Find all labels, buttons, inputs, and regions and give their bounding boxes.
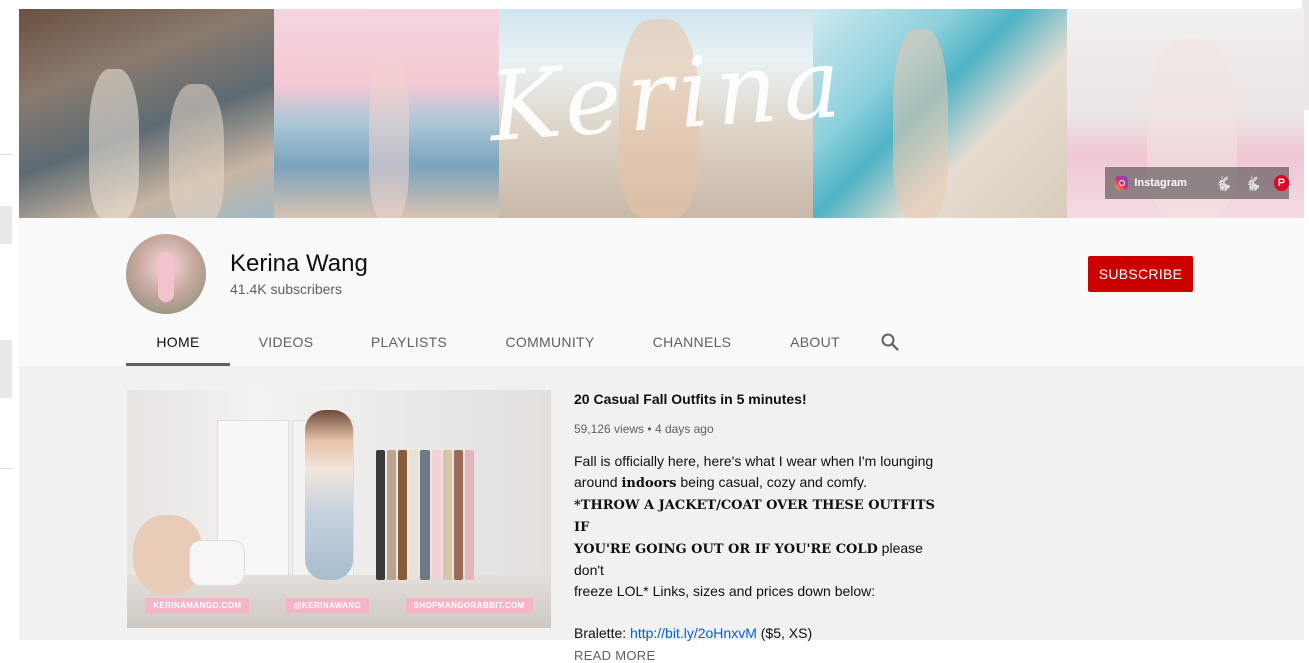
subscribe-button[interactable]: SUBSCRIBE bbox=[1088, 256, 1193, 292]
banner-photo-4 bbox=[813, 9, 1067, 218]
upload-age: 4 days ago bbox=[654, 422, 714, 436]
tab-playlists[interactable]: PLAYLISTS bbox=[342, 318, 476, 366]
thumbnail-tag: SHOPMANGORABBIT.COM bbox=[405, 597, 533, 613]
description-line: YOU'RE GOING OUT OR IF YOU'RE COLD pleas… bbox=[574, 540, 923, 578]
search-icon bbox=[881, 333, 899, 351]
channel-tabs: HOME VIDEOS PLAYLISTS COMMUNITY CHANNELS… bbox=[126, 318, 903, 366]
thumbnail-tag-bar: KERINAMANGO.COM @KERINAWANG SHOPMANGORAB… bbox=[127, 595, 551, 615]
instagram-link[interactable]: Instagram bbox=[1134, 177, 1187, 189]
thumbnail-stool bbox=[189, 540, 245, 586]
page-left-edge bbox=[0, 0, 19, 640]
thumbnail-person bbox=[305, 410, 353, 580]
tab-videos[interactable]: VIDEOS bbox=[230, 318, 342, 366]
banner-photo-2 bbox=[274, 9, 499, 218]
channel-banner: Kerina Instagram 🐇 🐇 P bbox=[19, 9, 1304, 218]
video-meta: 59,126 views • 4 days ago bbox=[574, 422, 954, 436]
description-line: *THROW A JACKET/COAT OVER THESE OUTFITS … bbox=[574, 498, 935, 535]
description-line: around indoors being casual, cozy and co… bbox=[574, 474, 867, 491]
video-description: Fall is officially here, here's what I w… bbox=[574, 451, 954, 644]
description-line: Fall is officially here, here's what I w… bbox=[574, 453, 934, 469]
read-more-button[interactable]: READ MORE bbox=[574, 648, 954, 663]
channel-name: Kerina Wang bbox=[230, 250, 368, 277]
tab-about[interactable]: ABOUT bbox=[760, 318, 870, 366]
subscriber-count: 41.4K subscribers bbox=[230, 281, 343, 297]
description-line: Bralette: http://bit.ly/2oHnxvM ($5, XS) bbox=[574, 625, 813, 641]
channel-search-button[interactable] bbox=[877, 318, 903, 366]
bunny-black-icon[interactable]: 🐇 bbox=[1215, 175, 1232, 192]
thumbnail-tag: @KERINAWANG bbox=[285, 597, 370, 613]
description-line: freeze LOL* Links, sizes and prices down… bbox=[574, 583, 876, 599]
channel-avatar[interactable] bbox=[126, 234, 206, 314]
meta-separator: • bbox=[647, 422, 652, 436]
banner-photo-1 bbox=[19, 9, 274, 218]
featured-video-info: 20 Casual Fall Outfits in 5 minutes! 59,… bbox=[574, 390, 954, 663]
banner-social-links: Instagram 🐇 🐇 P bbox=[1105, 167, 1289, 199]
tab-home[interactable]: HOME bbox=[126, 318, 230, 366]
home-content: KERINAMANGO.COM @KERINAWANG SHOPMANGORAB… bbox=[19, 366, 1304, 663]
featured-video-thumbnail[interactable]: KERINAMANGO.COM @KERINAWANG SHOPMANGORAB… bbox=[127, 390, 551, 628]
thumbnail-tag: KERINAMANGO.COM bbox=[145, 597, 250, 613]
thumbnail-clothing-rack bbox=[375, 450, 475, 580]
view-count: 59,126 views bbox=[574, 422, 645, 436]
bralette-link[interactable]: http://bit.ly/2oHnxvM bbox=[630, 625, 757, 641]
tab-channels[interactable]: CHANNELS bbox=[624, 318, 760, 366]
channel-header: Kerina Wang 41.4K subscribers SUBSCRIBE … bbox=[19, 218, 1304, 366]
bunny-pink-icon[interactable]: 🐇 bbox=[1244, 175, 1261, 192]
pinterest-icon[interactable]: P bbox=[1273, 175, 1289, 191]
instagram-icon[interactable] bbox=[1115, 176, 1129, 190]
tab-community[interactable]: COMMUNITY bbox=[476, 318, 624, 366]
video-title[interactable]: 20 Casual Fall Outfits in 5 minutes! bbox=[574, 391, 954, 407]
